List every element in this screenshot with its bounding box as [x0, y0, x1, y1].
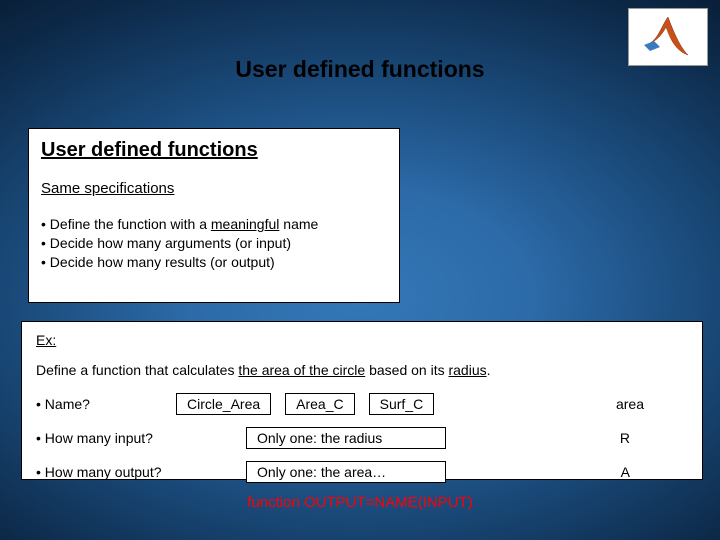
question-name-row: • Name? Circle_Area Area_C Surf_C area	[36, 392, 688, 416]
question-input-row: • How many input? Only one: the radius R	[36, 426, 688, 450]
name-option-1: Circle_Area	[176, 393, 271, 415]
output-answer-box: Only one: the area…	[246, 461, 446, 483]
box1-title: User defined functions	[41, 139, 387, 162]
question-name-label: • Name?	[36, 396, 176, 412]
name-option-2: Area_C	[285, 393, 354, 415]
bullet-2: • Decide how many arguments (or input)	[41, 234, 387, 253]
example-prompt: Define a function that calculates the ar…	[36, 362, 688, 378]
name-answer: area	[616, 396, 644, 412]
definitions-box: User defined functions Same specificatio…	[28, 128, 400, 303]
function-signature: function OUTPUT=NAME(INPUT)	[0, 494, 720, 511]
question-output-label: • How many output?	[36, 464, 176, 480]
box1-subtitle: Same specifications	[41, 180, 387, 197]
example-box: Ex: Define a function that calculates th…	[21, 321, 703, 480]
question-output-row: • How many output? Only one: the area… A	[36, 460, 688, 484]
input-answer-box: Only one: the radius	[246, 427, 446, 449]
bullet-1: • Define the function with a meaningful …	[41, 215, 387, 234]
output-var: A	[621, 464, 630, 480]
input-var: R	[620, 430, 630, 446]
slide-title: User defined functions	[0, 56, 720, 83]
bullet-3: • Decide how many results (or output)	[41, 253, 387, 272]
question-input-label: • How many input?	[36, 430, 176, 446]
box1-bullets: • Define the function with a meaningful …	[41, 215, 387, 272]
name-option-3: Surf_C	[369, 393, 435, 415]
example-label: Ex:	[36, 332, 688, 348]
